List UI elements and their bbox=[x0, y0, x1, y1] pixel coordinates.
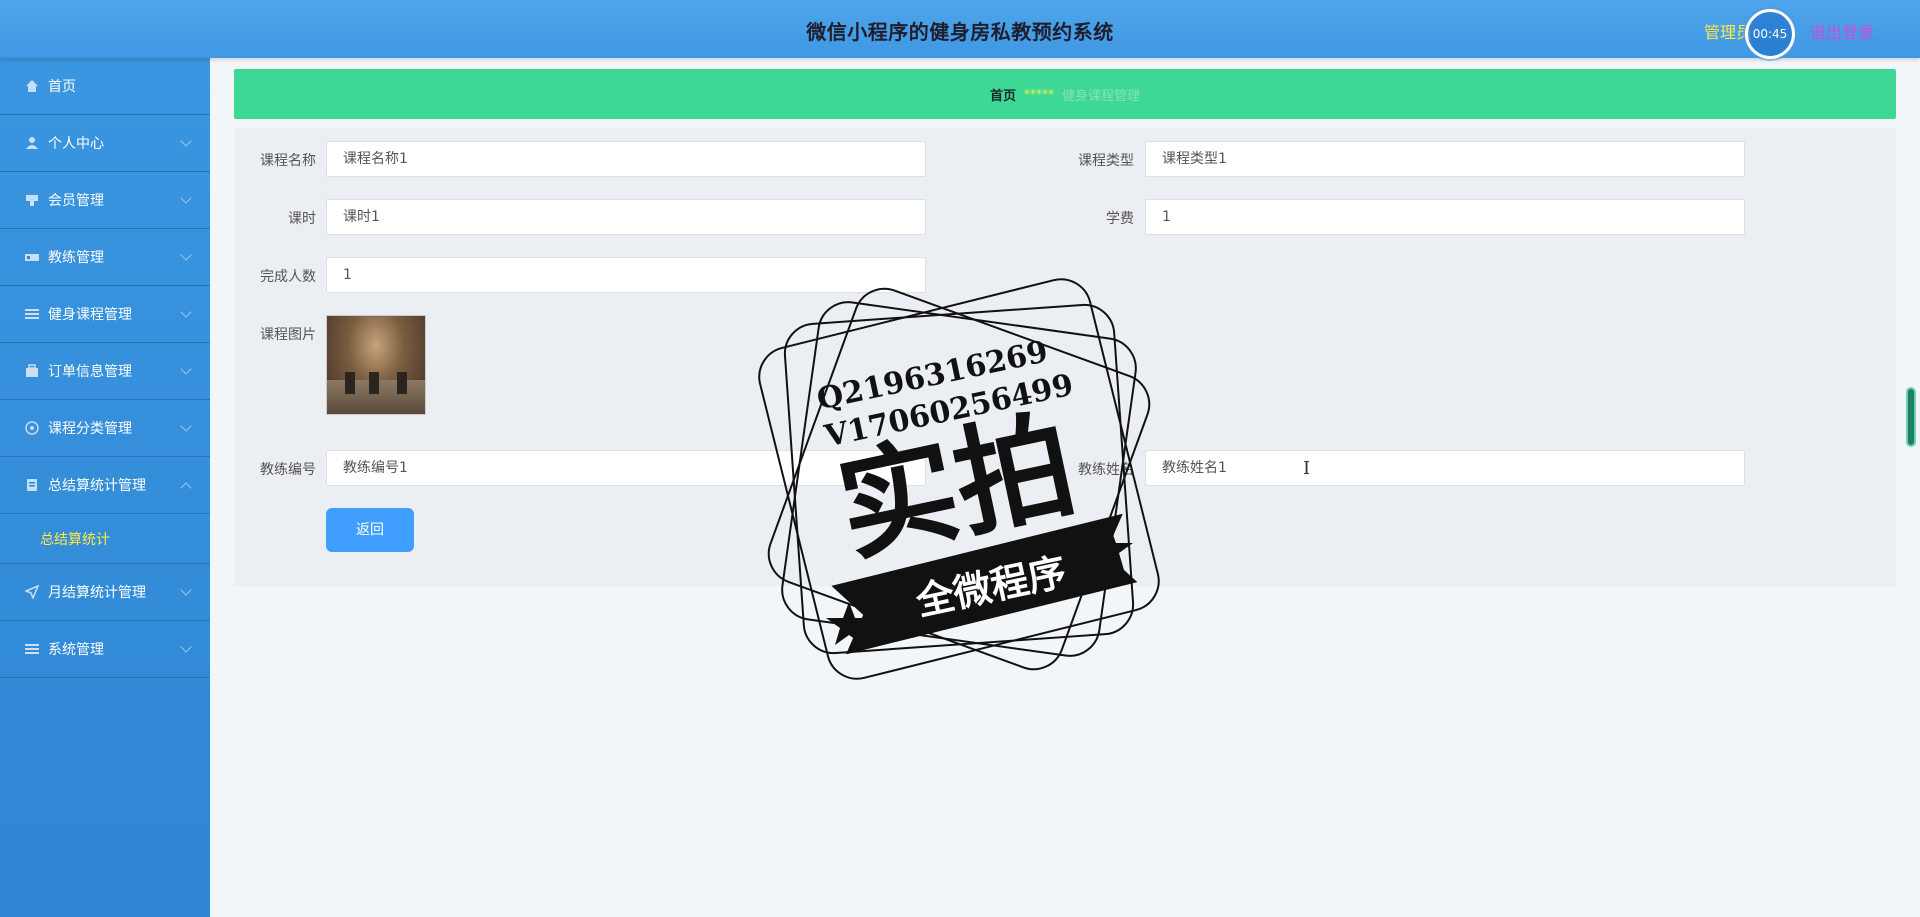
sidebar-item-label: 教练管理 bbox=[48, 250, 104, 266]
home-icon bbox=[24, 78, 40, 94]
sidebar-item-label: 课程分类管理 bbox=[48, 421, 132, 437]
category-icon bbox=[24, 420, 40, 436]
sidebar-item-course[interactable]: 健身课程管理 bbox=[0, 286, 210, 343]
member-icon bbox=[24, 192, 40, 208]
course-image[interactable] bbox=[326, 315, 426, 415]
sidebar-item-category[interactable]: 课程分类管理 bbox=[0, 400, 210, 457]
sidebar-item-total-settlement[interactable]: 总结算统计管理 bbox=[0, 457, 210, 514]
course-type-label: 课程类型 bbox=[1078, 153, 1134, 169]
chevron-down-icon bbox=[180, 192, 192, 204]
breadcrumb-current: 健身课程管理 bbox=[1062, 88, 1141, 104]
scroll-indicator[interactable] bbox=[1906, 387, 1916, 447]
sidebar-subitem-total-settlement[interactable]: 总结算统计 bbox=[0, 514, 210, 564]
sidebar-item-label: 会员管理 bbox=[48, 193, 104, 209]
chevron-down-icon bbox=[180, 135, 192, 147]
sidebar-item-order[interactable]: 订单信息管理 bbox=[0, 343, 210, 400]
fee-label: 学费 bbox=[1106, 211, 1134, 227]
fee-input[interactable]: 1 bbox=[1145, 199, 1745, 235]
chevron-down-icon bbox=[180, 363, 192, 375]
coach-id-label: 教练编号 bbox=[260, 462, 316, 478]
sidebar-item-label: 订单信息管理 bbox=[48, 364, 132, 380]
chevron-down-icon bbox=[180, 420, 192, 432]
send-icon bbox=[24, 584, 40, 600]
coach-icon bbox=[24, 249, 40, 265]
text-cursor-icon: I bbox=[1303, 458, 1311, 479]
course-name-label: 课程名称 bbox=[260, 153, 316, 169]
breadcrumb-separator: ***** bbox=[1024, 87, 1054, 101]
sidebar-item-coach[interactable]: 教练管理 bbox=[0, 229, 210, 286]
sidebar-item-system[interactable]: 系统管理 bbox=[0, 621, 210, 678]
top-header: 微信小程序的健身房私教预约系统 管理员 退出登录 bbox=[0, 0, 1920, 58]
list-icon bbox=[24, 306, 40, 322]
chevron-down-icon bbox=[180, 306, 192, 318]
chevron-up-icon bbox=[180, 482, 192, 494]
completed-count-label: 完成人数 bbox=[260, 269, 316, 285]
sidebar-item-label: 个人中心 bbox=[48, 136, 104, 152]
hours-input[interactable]: 课时1 bbox=[326, 199, 926, 235]
sidebar-item-monthly-settlement[interactable]: 月结算统计管理 bbox=[0, 564, 210, 621]
breadcrumb: 首页 ***** 健身课程管理 bbox=[234, 69, 1896, 119]
course-type-input[interactable]: 课程类型1 bbox=[1145, 141, 1745, 177]
return-button[interactable]: 返回 bbox=[326, 508, 414, 552]
breadcrumb-home[interactable]: 首页 bbox=[990, 85, 1016, 104]
chevron-down-icon bbox=[180, 641, 192, 653]
hours-label: 课时 bbox=[288, 211, 316, 227]
logout-link[interactable]: 退出登录 bbox=[1810, 19, 1874, 43]
page-title: 微信小程序的健身房私教预约系统 bbox=[806, 20, 1114, 44]
timer-badge: 00:45 bbox=[1745, 9, 1795, 59]
course-image-label: 课程图片 bbox=[260, 327, 316, 343]
course-name-input[interactable]: 课程名称1 bbox=[326, 141, 926, 177]
sidebar-item-label: 系统管理 bbox=[48, 642, 104, 658]
sidebar-item-member[interactable]: 会员管理 bbox=[0, 172, 210, 229]
sidebar-item-label: 月结算统计管理 bbox=[48, 585, 146, 601]
document-icon bbox=[24, 477, 40, 493]
sidebar-item-label: 总结算统计管理 bbox=[48, 478, 146, 494]
chevron-down-icon bbox=[180, 584, 192, 596]
sidebar-item-label: 健身课程管理 bbox=[48, 307, 132, 323]
sidebar-item-label: 首页 bbox=[48, 79, 76, 95]
sidebar-item-personal-center[interactable]: 个人中心 bbox=[0, 115, 210, 172]
coach-name-input[interactable]: 教练姓名1 bbox=[1145, 450, 1745, 486]
user-icon bbox=[24, 135, 40, 151]
watermark-stamp: Q2196316269 V17060256499 实拍 全微程序 bbox=[758, 278, 1160, 680]
sidebar: 首页 个人中心 会员管理 教练管理 健身课程管理 订单信息管理 课程分类管理 总… bbox=[0, 58, 210, 917]
briefcase-icon bbox=[24, 363, 40, 379]
chevron-down-icon bbox=[180, 249, 192, 261]
sidebar-item-home[interactable]: 首页 bbox=[0, 58, 210, 115]
list-icon bbox=[24, 641, 40, 657]
